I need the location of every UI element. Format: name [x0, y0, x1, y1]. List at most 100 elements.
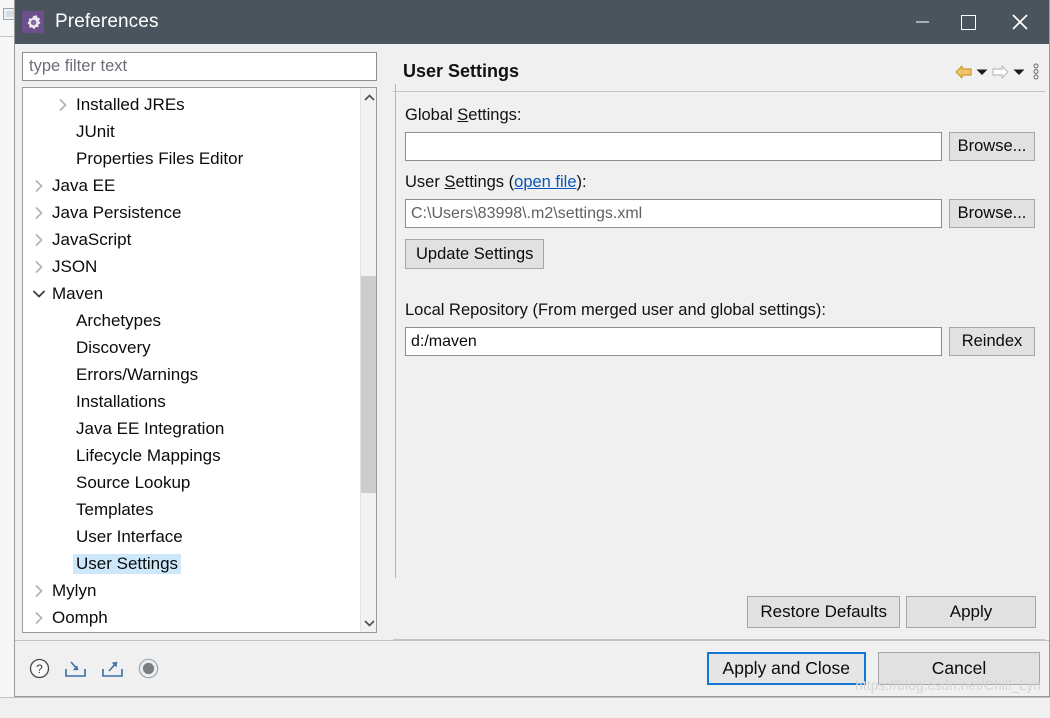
user-settings-row: Browse... — [405, 199, 1035, 228]
tree-item-java-persistence[interactable]: Java Persistence — [23, 199, 360, 226]
settings-page-pane: User Settings Global Settings: Browse...… — [393, 52, 1045, 640]
tree-item-installed-jres[interactable]: Installed JREs — [23, 91, 360, 118]
export-icon[interactable] — [101, 658, 124, 679]
global-settings-browse-button[interactable]: Browse... — [949, 132, 1035, 161]
tree-item-label: Lifecycle Mappings — [76, 445, 221, 465]
tree-item-spacer — [55, 394, 71, 410]
maximize-button[interactable] — [945, 0, 991, 44]
tree-item-mylyn[interactable]: Mylyn — [23, 577, 360, 604]
dialog-title-bar: Preferences — [15, 0, 1049, 44]
preferences-tree: Installed JREs JUnit Properties Files Edit… — [22, 87, 377, 633]
import-icon[interactable] — [64, 658, 87, 679]
local-repository-row: Reindex — [405, 327, 1035, 356]
dialog-bottom-bar: ? Apply and Close Cancel https://blog.cs… — [15, 640, 1049, 696]
forward-menu-chevron-down-icon[interactable] — [1013, 68, 1025, 76]
tree-item-label: Errors/Warnings — [76, 364, 199, 384]
tree-item-label: Java EE Integration — [76, 418, 225, 438]
user-settings-input[interactable] — [405, 199, 942, 228]
global-settings-row: Browse... — [405, 132, 1035, 161]
tree-item-label: User Interface — [76, 526, 183, 546]
tree-item-spacer — [55, 151, 71, 167]
tree-item-label: Archetypes — [76, 310, 162, 330]
tree-item-junit[interactable]: JUnit — [23, 118, 360, 145]
update-settings-row: Update Settings — [405, 239, 1035, 269]
gear-icon — [22, 11, 44, 33]
record-icon[interactable] — [138, 658, 159, 679]
reindex-button[interactable]: Reindex — [949, 327, 1035, 356]
open-file-link[interactable]: open file — [514, 173, 576, 191]
tree-item-json[interactable]: JSON — [23, 253, 360, 280]
tree-item-user-interface[interactable]: User Interface — [23, 523, 360, 550]
tree-item-templates[interactable]: Templates — [23, 496, 360, 523]
tree-item-java-ee[interactable]: Java EE — [23, 172, 360, 199]
user-settings-browse-button[interactable]: Browse... — [949, 199, 1035, 228]
user-settings-label-mid: ettings ( — [455, 173, 515, 191]
user-settings-label-suffix: ): — [576, 173, 587, 191]
minimize-button[interactable] — [899, 0, 945, 44]
back-menu-chevron-down-icon[interactable] — [976, 68, 988, 76]
chevron-right-icon[interactable] — [31, 583, 47, 599]
chevron-right-icon[interactable] — [31, 610, 47, 626]
dialog-body: Installed JREs JUnit Properties Files Edit… — [15, 44, 1049, 640]
tree-item-label: JavaScript — [52, 229, 132, 249]
page-content: Global Settings: Browse... User Settings… — [393, 92, 1045, 584]
vertical-dots-icon[interactable] — [1033, 63, 1039, 80]
user-settings-label: User Settings (open file): — [405, 173, 1035, 192]
help-icon[interactable]: ? — [29, 658, 50, 679]
chevron-right-icon[interactable] — [31, 205, 47, 221]
apply-button[interactable]: Apply — [906, 595, 1036, 628]
chevron-right-icon[interactable] — [55, 97, 71, 113]
scroll-down-icon[interactable] — [361, 614, 376, 632]
tree-item-label: Oomph — [52, 607, 108, 627]
tree-item-spacer — [55, 421, 71, 437]
tree-item-javascript[interactable]: JavaScript — [23, 226, 360, 253]
tree-item-label: Maven — [52, 283, 104, 303]
dialog-utility-icons: ? — [29, 658, 159, 679]
chevron-right-icon[interactable] — [31, 259, 47, 275]
tree-item-archetypes[interactable]: Archetypes — [23, 307, 360, 334]
tree-item-properties-files-editor[interactable]: Properties Files Editor — [23, 145, 360, 172]
update-settings-button[interactable]: Update Settings — [405, 239, 545, 269]
restore-defaults-button[interactable]: Restore Defaults — [747, 595, 900, 628]
tree-item-spacer — [55, 124, 71, 140]
tree-item-oomph[interactable]: Oomph — [23, 604, 360, 631]
close-button[interactable] — [991, 0, 1049, 44]
user-settings-label-prefix: User — [405, 173, 445, 191]
tree-item-errors-warnings[interactable]: Errors/Warnings — [23, 361, 360, 388]
tree-scrollbar[interactable] — [360, 88, 376, 632]
window-controls — [899, 0, 1049, 44]
tree-item-java-ee-integration[interactable]: Java EE Integration — [23, 415, 360, 442]
tree-item-user-settings[interactable]: User Settings — [23, 550, 360, 577]
tree-item-maven[interactable]: Maven — [23, 280, 360, 307]
back-arrow-icon[interactable] — [955, 64, 972, 79]
tree-item-lifecycle-mappings[interactable]: Lifecycle Mappings — [23, 442, 360, 469]
tree-item-spacer — [55, 367, 71, 383]
preferences-tree-pane: Installed JREs JUnit Properties Files Edit… — [15, 44, 387, 640]
tree-item-discovery[interactable]: Discovery — [23, 334, 360, 361]
tree-item-label: User Settings — [73, 553, 182, 574]
page-title: User Settings — [403, 61, 520, 81]
local-repository-label: Local Repository (From merged user and g… — [405, 301, 826, 319]
page-header: User Settings — [393, 52, 1045, 92]
cancel-button[interactable]: Cancel — [878, 652, 1040, 685]
chevron-right-icon[interactable] — [31, 178, 47, 194]
global-settings-label-mnemonic: S — [457, 106, 469, 124]
scroll-up-icon[interactable] — [361, 88, 376, 106]
tree-item-label: Discovery — [76, 337, 151, 357]
chevron-right-icon[interactable] — [31, 232, 47, 248]
scrollbar-thumb[interactable] — [361, 276, 376, 493]
dialog-title: Preferences — [55, 11, 159, 32]
apply-and-close-button[interactable]: Apply and Close — [706, 652, 866, 685]
global-settings-input[interactable] — [405, 132, 942, 161]
tree-item-source-lookup[interactable]: Source Lookup — [23, 469, 360, 496]
page-footer-actions: Restore Defaults Apply — [393, 584, 1045, 640]
tree-item-label: Installations — [76, 391, 166, 411]
local-repository-input[interactable] — [405, 327, 942, 356]
tree-item-installations[interactable]: Installations — [23, 388, 360, 415]
filter-input[interactable] — [22, 52, 377, 81]
tree-item-label: Templates — [76, 499, 154, 519]
chevron-down-icon[interactable] — [31, 286, 47, 302]
global-settings-label-prefix: Global — [405, 106, 458, 124]
tree-item-label: JUnit — [76, 121, 115, 141]
